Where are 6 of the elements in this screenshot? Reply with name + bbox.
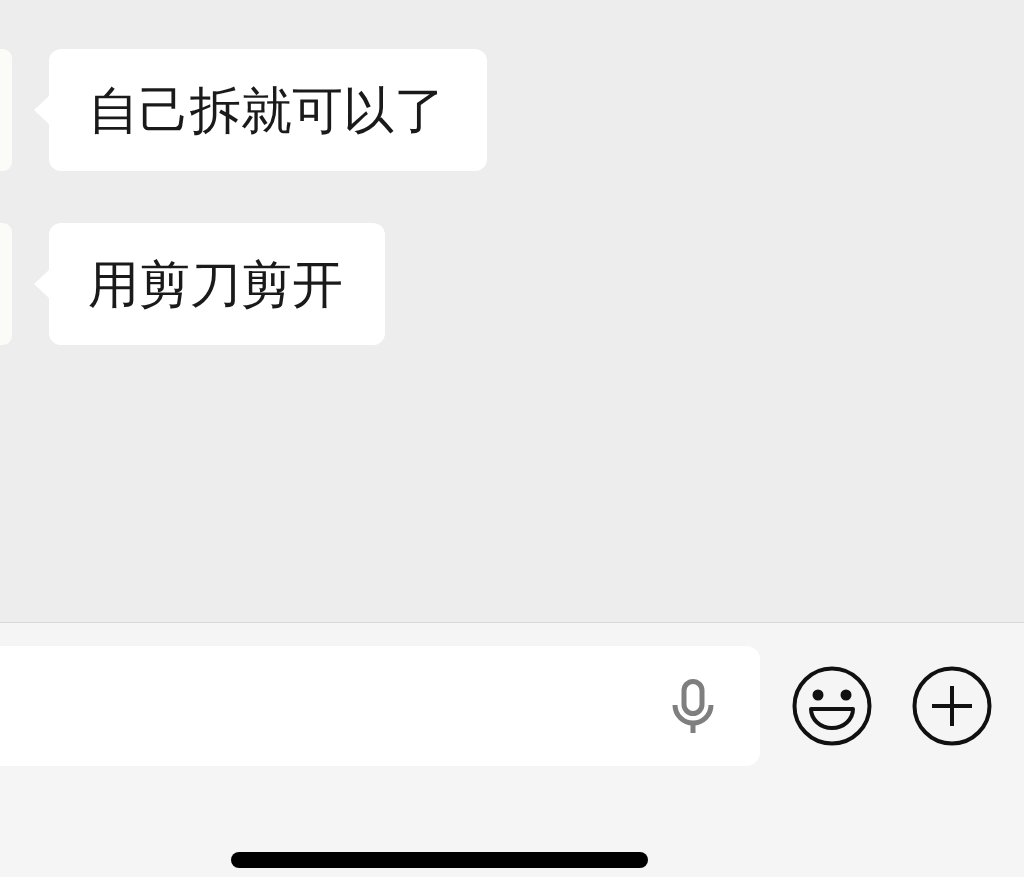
message-bubble[interactable]: 自己拆就可以了 bbox=[49, 49, 487, 171]
smiley-face-icon[interactable] bbox=[792, 666, 872, 746]
message-bubble[interactable]: 用剪刀剪开 bbox=[49, 223, 385, 345]
microphone-icon[interactable] bbox=[672, 679, 714, 733]
plus-icon[interactable] bbox=[912, 666, 992, 746]
message-input-field[interactable] bbox=[0, 646, 760, 766]
